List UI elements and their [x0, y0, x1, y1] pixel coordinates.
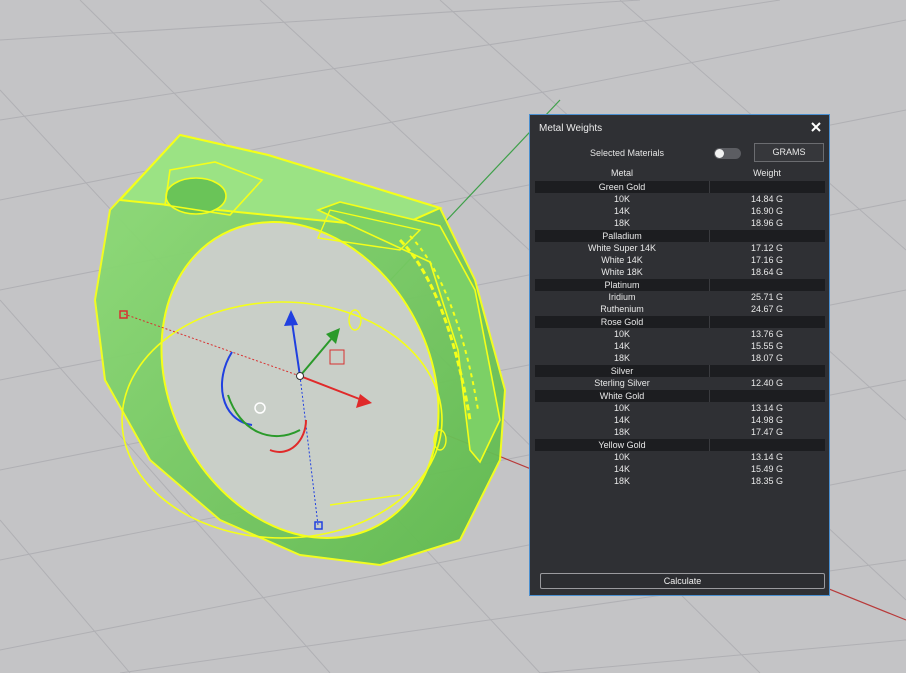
table-row: Ruthenium 24.67 G — [535, 303, 825, 315]
table-row: 18K 17.47 G — [535, 426, 825, 438]
weight-cell: 15.55 G — [750, 341, 784, 351]
weight-cell: 18.96 G — [750, 218, 784, 228]
metal-cell: 18K — [613, 218, 630, 228]
weight-cell: 17.16 G — [750, 255, 784, 265]
weight-cell: 15.49 G — [750, 464, 784, 474]
column-divider — [709, 365, 710, 377]
metal-cell: 14K — [613, 341, 630, 351]
column-divider — [709, 279, 710, 291]
group-row: Palladium — [535, 230, 825, 242]
metal-cell: Sterling Silver — [594, 378, 650, 388]
weight-cell: 13.14 G — [750, 452, 784, 462]
column-divider — [709, 439, 710, 451]
group-row: Silver — [535, 365, 825, 377]
table-row: White 18K 18.64 G — [535, 266, 825, 278]
group-row: White Gold — [535, 390, 825, 402]
weight-cell: 17.47 G — [750, 427, 784, 437]
table-row: 14K 16.90 G — [535, 205, 825, 217]
column-divider — [709, 181, 710, 193]
selected-materials-label: Selected Materials — [590, 148, 665, 158]
weight-cell: 16.90 G — [750, 206, 784, 216]
calculate-button[interactable]: Calculate — [540, 573, 825, 589]
group-name: White Gold — [599, 391, 645, 401]
group-name: Palladium — [602, 231, 642, 241]
metal-cell: 14K — [613, 415, 630, 425]
table-header: Metal Weight — [535, 168, 825, 179]
group-name: Green Gold — [598, 182, 646, 192]
weight-cell: 14.84 G — [750, 194, 784, 204]
toggle-knob — [715, 149, 724, 158]
group-row: Platinum — [535, 279, 825, 291]
metal-cell: 10K — [613, 329, 630, 339]
weight-cell: 12.40 G — [750, 378, 784, 388]
weight-cell: 18.07 G — [750, 353, 784, 363]
metal-cell: 10K — [613, 403, 630, 413]
weight-cell: 18.35 G — [750, 476, 784, 486]
metal-weights-panel: Metal Weights Selected Materials GRAMS M… — [529, 114, 830, 596]
weight-cell: 25.71 G — [750, 292, 784, 302]
selected-materials-toggle[interactable] — [714, 148, 741, 159]
metal-cell: 14K — [613, 464, 630, 474]
table-row: 14K 14.98 G — [535, 414, 825, 426]
table-row: 18K 18.07 G — [535, 352, 825, 364]
table-row: 14K 15.55 G — [535, 340, 825, 352]
metal-cell: White 18K — [601, 267, 643, 277]
weight-cell: 17.12 G — [750, 243, 784, 253]
table-row: Iridium 25.71 G — [535, 291, 825, 303]
weight-cell: 14.98 G — [750, 415, 784, 425]
table-row: 10K 14.84 G — [535, 193, 825, 205]
group-name: Platinum — [604, 280, 640, 290]
column-divider — [709, 230, 710, 242]
metal-cell: 10K — [613, 452, 630, 462]
table-row: 18K 18.96 G — [535, 217, 825, 229]
table-row: Sterling Silver 12.40 G — [535, 377, 825, 389]
table-row: 10K 13.76 G — [535, 328, 825, 340]
group-name: Silver — [610, 366, 634, 376]
weight-cell: 18.64 G — [750, 267, 784, 277]
ring-model[interactable] — [93, 133, 507, 587]
column-divider — [709, 316, 710, 328]
table-row: White Super 14K 17.12 G — [535, 242, 825, 254]
weight-cell: 24.67 G — [750, 304, 784, 314]
metal-cell: 10K — [613, 194, 630, 204]
close-icon[interactable] — [809, 120, 823, 134]
metal-cell: Iridium — [608, 292, 636, 302]
table-row: 10K 13.14 G — [535, 451, 825, 463]
group-name: Yellow Gold — [598, 440, 646, 450]
metal-cell: White Super 14K — [587, 243, 657, 253]
group-row: Rose Gold — [535, 316, 825, 328]
group-row: Green Gold — [535, 181, 825, 193]
units-button[interactable]: GRAMS — [754, 143, 824, 162]
weight-cell: 13.14 G — [750, 403, 784, 413]
column-divider — [709, 390, 710, 402]
metal-cell: 18K — [613, 476, 630, 486]
panel-title: Metal Weights — [539, 123, 603, 134]
metal-cell: White 14K — [601, 255, 643, 265]
table-row: White 14K 17.16 G — [535, 254, 825, 266]
weights-table: Green Gold 10K 14.84 G 14K 16.90 G 18K 18.96 G… — [535, 180, 825, 487]
table-row: 18K 18.35 G — [535, 475, 825, 487]
metal-cell: Ruthenium — [600, 304, 644, 314]
column-header-metal: Metal — [610, 168, 633, 178]
table-row: 10K 13.14 G — [535, 402, 825, 414]
group-name: Rose Gold — [600, 317, 644, 327]
group-row: Yellow Gold — [535, 439, 825, 451]
table-row: 14K 15.49 G — [535, 463, 825, 475]
metal-cell: 18K — [613, 427, 630, 437]
column-header-weight: Weight — [753, 168, 781, 178]
weight-cell: 13.76 G — [750, 329, 784, 339]
metal-cell: 18K — [613, 353, 630, 363]
metal-cell: 14K — [613, 206, 630, 216]
